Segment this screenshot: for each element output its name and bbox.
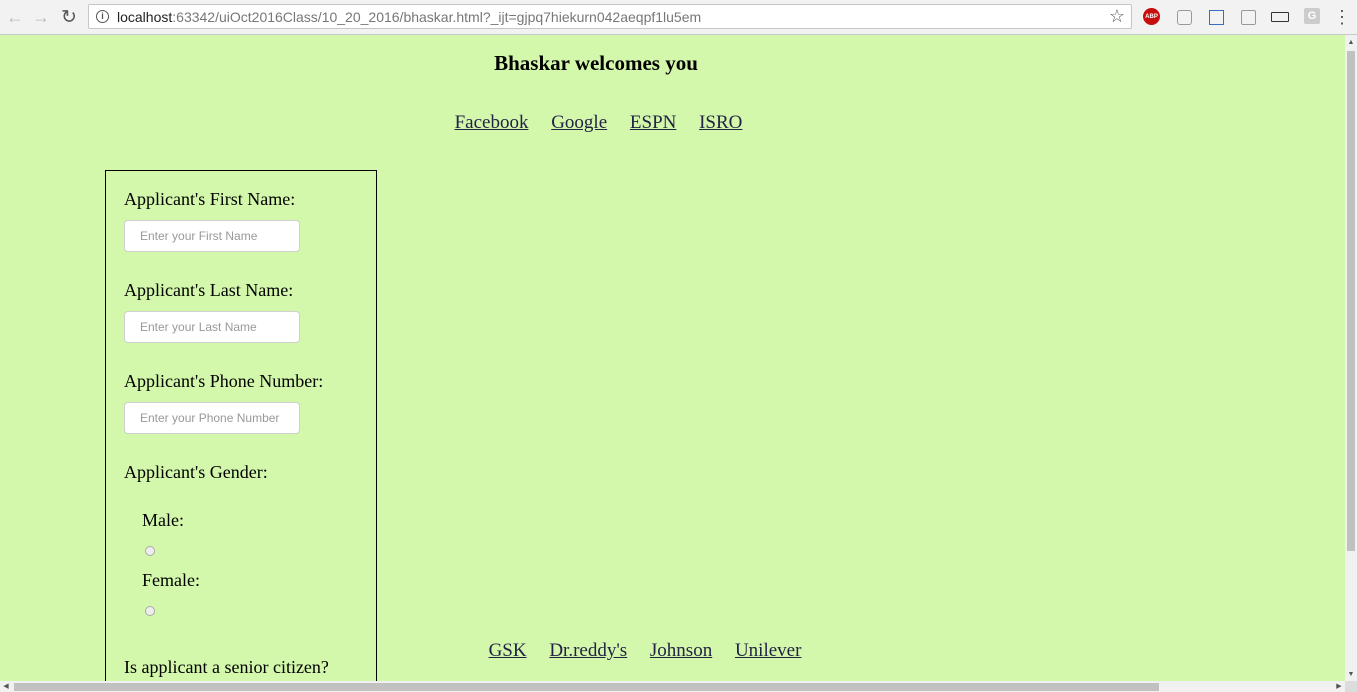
reload-icon[interactable]: ↻ (58, 6, 80, 28)
link-drreddys[interactable]: Dr.reddy's (549, 640, 627, 661)
g-extension-icon[interactable]: G (1304, 8, 1320, 24)
cast-extension-icon[interactable] (1239, 8, 1257, 26)
bookmark-star-icon[interactable]: ☆ (1109, 6, 1125, 27)
keyboard-extension-icon[interactable] (1271, 8, 1289, 26)
scroll-down-arrow-icon[interactable]: ▼ (1345, 667, 1357, 681)
link-unilever[interactable]: Unilever (735, 640, 801, 661)
cube-extension-icon[interactable] (1175, 8, 1193, 26)
address-bar[interactable]: i localhost:63342/uiOct2016Class/10_20_2… (88, 4, 1132, 29)
male-radio[interactable] (145, 546, 155, 556)
female-radio[interactable] (145, 606, 155, 616)
url-text[interactable]: localhost:63342/uiOct2016Class/10_20_201… (117, 9, 701, 25)
male-label: Male: (142, 510, 184, 530)
scroll-up-arrow-icon[interactable]: ▲ (1345, 35, 1357, 49)
page-viewport: Bhaskar welcomes you Facebook Google ESP… (0, 35, 1345, 681)
phone-input[interactable] (124, 402, 300, 434)
link-gsk[interactable]: GSK (489, 640, 527, 661)
browser-toolbar: ← → ↻ i localhost:63342/uiOct2016Class/1… (0, 0, 1357, 35)
link-facebook[interactable]: Facebook (455, 112, 529, 133)
screenshot-extension-icon[interactable] (1207, 8, 1225, 26)
scroll-left-arrow-icon[interactable]: ◀ (0, 681, 12, 692)
female-label: Female: (142, 570, 200, 590)
top-nav-links: Facebook Google ESPN ISRO (0, 112, 1345, 134)
url-host: localhost (117, 9, 173, 25)
first-name-input[interactable] (124, 220, 300, 252)
back-arrow-icon[interactable]: ← (4, 6, 26, 28)
horizontal-scrollbar[interactable]: ◀ ▶ (0, 681, 1345, 692)
vertical-scrollbar[interactable]: ▲ ▼ (1345, 35, 1357, 681)
vertical-scroll-thumb[interactable] (1347, 51, 1355, 551)
menu-icon[interactable]: ⋮ (1333, 6, 1351, 28)
url-path: :63342/uiOct2016Class/10_20_2016/bhaskar… (172, 9, 702, 25)
page-title: Bhaskar welcomes you (494, 51, 698, 75)
phone-label: Applicant's Phone Number: (124, 371, 324, 391)
first-name-label: Applicant's First Name: (124, 189, 296, 209)
link-google[interactable]: Google (551, 112, 607, 133)
link-isro[interactable]: ISRO (699, 112, 742, 133)
link-johnson[interactable]: Johnson (650, 640, 712, 661)
horizontal-scroll-thumb[interactable] (14, 683, 1159, 691)
info-icon[interactable]: i (96, 10, 109, 23)
bottom-nav-links: GSK Dr.reddy's Johnson Unilever (0, 640, 1345, 662)
scrollbar-corner (1345, 681, 1357, 692)
last-name-label: Applicant's Last Name: (124, 280, 294, 300)
forward-arrow-icon[interactable]: → (30, 6, 52, 28)
last-name-input[interactable] (124, 311, 300, 343)
link-espn[interactable]: ESPN (630, 112, 676, 133)
gender-label: Applicant's Gender: (124, 462, 268, 482)
applicant-form: Applicant's First Name: Applicant's Last… (105, 170, 377, 681)
adblock-plus-icon[interactable]: ABP (1143, 8, 1160, 25)
scroll-right-arrow-icon[interactable]: ▶ (1333, 681, 1345, 692)
